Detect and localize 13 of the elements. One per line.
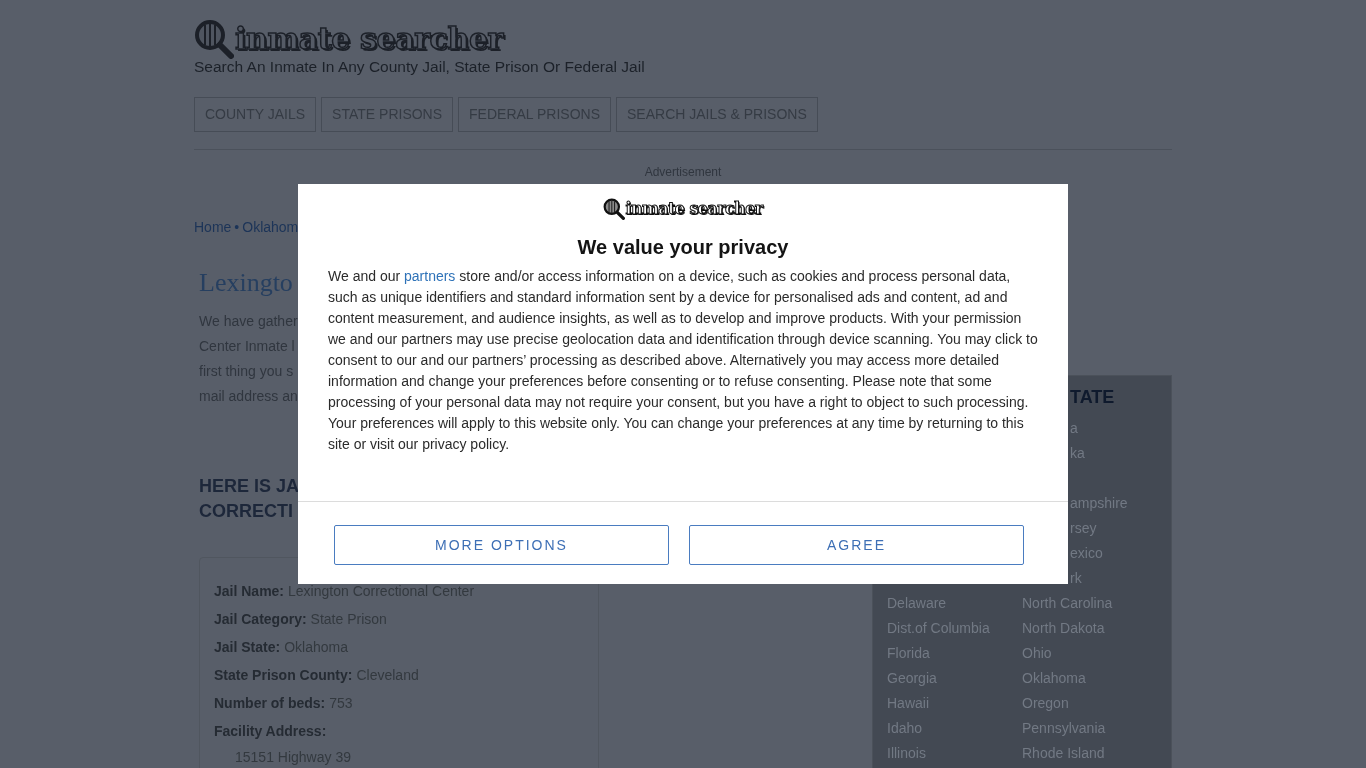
- dialog-button[interactable]: AGREE: [689, 525, 1024, 565]
- magnifier-icon: [194, 19, 234, 59]
- site-tagline: Search An Inmate In Any County Jail, State Prison Or Federal Jail: [194, 58, 645, 76]
- partners-link[interactable]: partners: [404, 268, 456, 284]
- logo-text: inmate searcher: [625, 199, 763, 219]
- consent-text: We and our partners store and/or access information on a device, such as cookies and process personal data, such as unique identifiers and standard information sent by a device for personalised ads and content, ad and content measurement, and audience insights, as well as to develop and improve products. With your permission we and our partners may use precise geolocation data and identification through device scanning. You may click to consent to our and our partners’ processing as described above. Alternatively you may access more detailed information and change your preferences before consenting or to refuse consenting. Please note that some processing of your personal data may not require your consent, but you have a right to object to such processing. Your preferences will apply to this website only. You can change your preferences at any time by returning to this site or visit our privacy policy.: [328, 267, 1038, 454]
- breadcrumb-link[interactable]: Home: [194, 217, 232, 237]
- magnifier-icon: [603, 198, 626, 220]
- dialog-title: We value your privacy: [577, 235, 789, 259]
- dialog-button[interactable]: MORE OPTIONS: [334, 525, 669, 565]
- section-heading: HERE IS JA CORRECTI: [199, 475, 300, 523]
- breadcrumb-link[interactable]: Oklahom: [242, 217, 299, 237]
- breadcrumb-separator: •: [234, 218, 240, 237]
